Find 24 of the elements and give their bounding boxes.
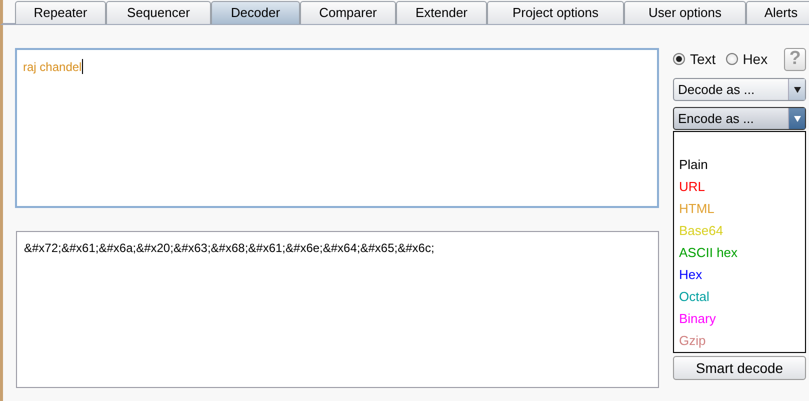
- tab[interactable]: Comparer: [300, 1, 396, 24]
- tab[interactable]: User options: [624, 1, 746, 24]
- radio-label: Hex: [742, 51, 768, 67]
- radio-button[interactable]: Text: [673, 51, 716, 67]
- dropdown-option[interactable]: Plain: [674, 154, 805, 176]
- input-text: raj chandel: [23, 59, 84, 74]
- tab[interactable]: Project options: [487, 1, 624, 24]
- dropdown-option[interactable]: URL: [674, 176, 805, 198]
- dropdown-arrow-icon: [794, 116, 800, 122]
- dropdown-arrow-icon: [794, 86, 800, 92]
- tab[interactable]: Alerts: [746, 1, 809, 24]
- radio-label: Text: [690, 51, 716, 67]
- output-field[interactable]: &#x72;&#x61;&#x6a;&#x20;&#x63;&#x68;&#x61;&#x6e;&#x64;&#x65;&#x6c;: [16, 231, 659, 388]
- radio-button[interactable]: Hex: [726, 51, 768, 67]
- output-text: &#x72;&#x61;&#x6a;&#x20;&#x63;&#x68;&#x61;&#x6e;&#x64;&#x65;&#x6c;: [24, 241, 436, 255]
- tab[interactable]: Sequencer: [106, 1, 211, 24]
- encode-dropdown[interactable]: Encode as ...: [673, 107, 806, 130]
- decode-dropdown[interactable]: Decode as ...: [673, 78, 806, 101]
- tab[interactable]: Extender: [396, 1, 487, 24]
- tab[interactable]: Repeater: [15, 1, 106, 24]
- dropdown-option[interactable]: Hex: [674, 264, 805, 286]
- tab[interactable]: Decoder: [211, 1, 300, 24]
- text-cursor: [82, 59, 83, 74]
- smart-decode-button[interactable]: Smart decode: [673, 356, 806, 380]
